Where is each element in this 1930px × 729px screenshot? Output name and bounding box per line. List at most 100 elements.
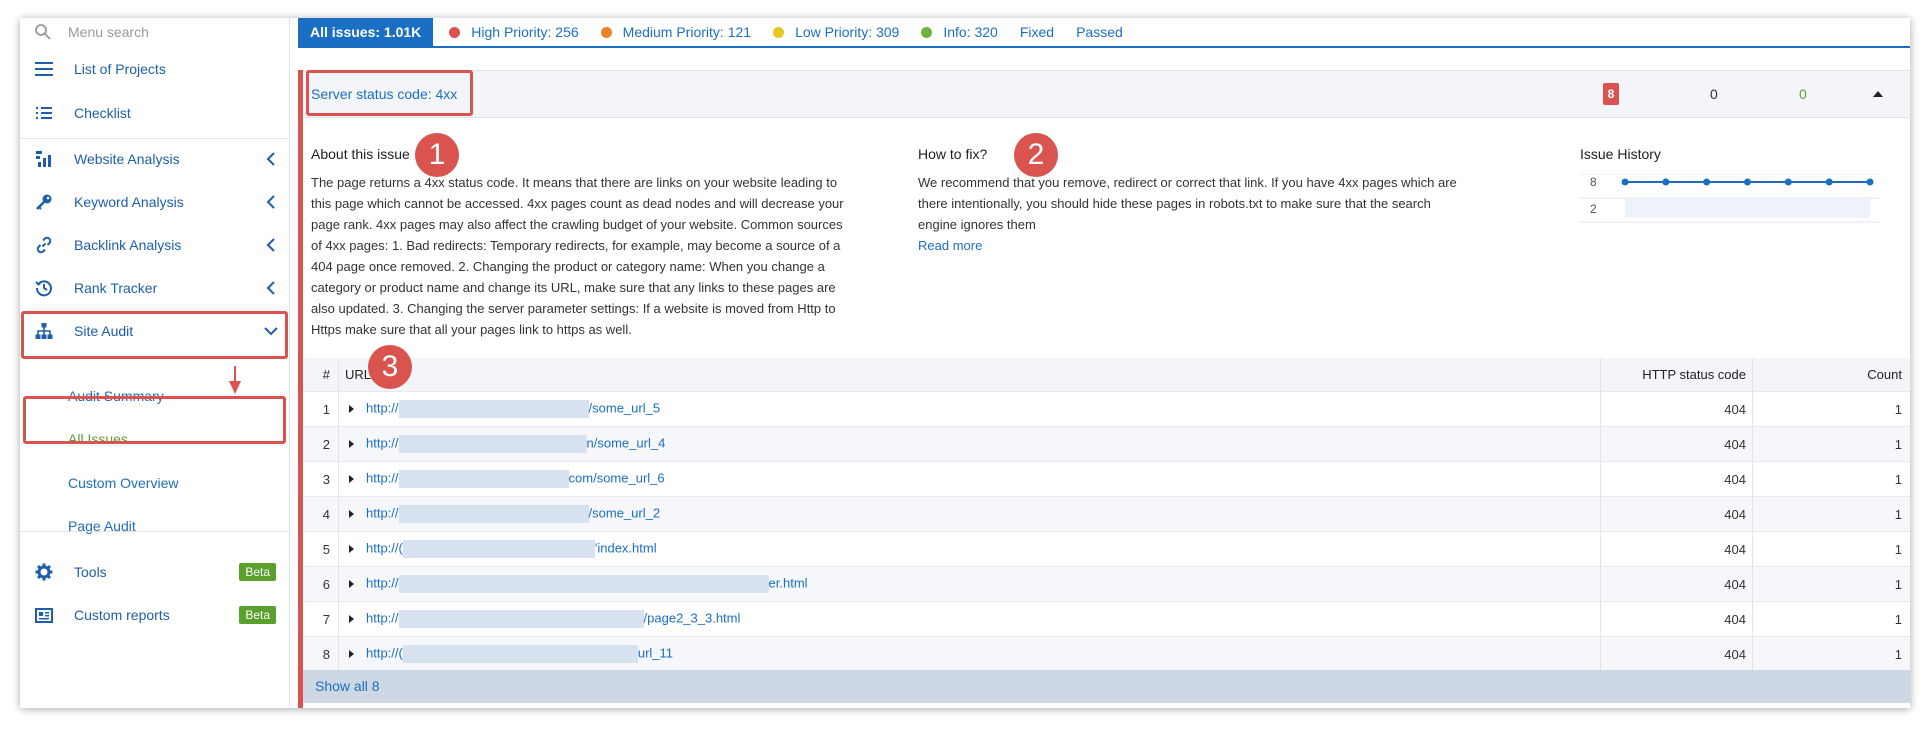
row-count: 1 — [1894, 436, 1902, 452]
sidebar-item-custom-reports[interactable]: Custom reports Beta — [20, 594, 290, 636]
tab-all-issues[interactable]: All issues: 1.01K — [298, 18, 434, 47]
row-url-cell: http://( 'index.html — [339, 532, 1601, 566]
history-point[interactable] — [1825, 178, 1833, 186]
sidebar-item-tools[interactable]: Tools Beta — [20, 551, 290, 593]
col-header-url[interactable]: URL — [339, 358, 1601, 391]
expand-row-icon[interactable] — [349, 405, 354, 413]
url-link[interactable]: http://( 'index.html — [366, 540, 657, 558]
table-row[interactable]: 5 http://('index.html 404 1 — [303, 532, 1910, 567]
sidebar-subitem-custom-overview[interactable]: Custom Overview — [68, 464, 178, 502]
url-prefix: http://( — [366, 540, 403, 556]
menu-search[interactable]: Menu search — [20, 18, 290, 46]
tab-fixed[interactable]: Fixed — [1020, 24, 1054, 40]
url-prefix: http:// — [366, 575, 399, 591]
beta-badge: Beta — [239, 606, 276, 624]
sidebar-item-checklist[interactable]: Checklist — [20, 92, 290, 134]
col-header-count[interactable]: Count — [1753, 358, 1910, 391]
redacted-url-segment — [398, 575, 769, 593]
history-point[interactable] — [1703, 178, 1711, 186]
analysis-icon — [33, 148, 55, 170]
read-more-link[interactable]: Read more — [918, 235, 1518, 256]
annotation-arrow-icon — [229, 366, 241, 394]
low-priority-dot-icon — [773, 26, 785, 38]
sidebar-subitem-page-audit[interactable]: Page Audit — [68, 507, 136, 545]
history-y-tick: 8 — [1590, 175, 1597, 189]
row-count: 1 — [1894, 401, 1902, 417]
beta-badge: Beta — [239, 563, 276, 581]
sidebar: Menu search List of Projects Checklist W… — [20, 18, 290, 708]
table-row[interactable]: 7 http:// /page2_3_3.html 404 1 — [303, 602, 1910, 637]
table-row[interactable]: 2 http:// n/some_url_4 404 1 — [303, 427, 1910, 462]
tab-passed[interactable]: Passed — [1076, 24, 1123, 40]
history-point[interactable] — [1621, 178, 1629, 186]
url-suffix: 'index.html — [594, 540, 657, 556]
history-y-tick: 2 — [1590, 202, 1597, 216]
chevron-left-icon — [266, 195, 275, 209]
row-number: 6 — [303, 567, 339, 601]
issue-urls-table: # URL HTTP status code Count 1 http:// /so… — [303, 358, 1910, 672]
row-count: 1 — [1894, 576, 1902, 592]
url-link[interactable]: http:// er.html — [366, 575, 808, 593]
sidebar-item-keyword-analysis[interactable]: Keyword Analysis — [20, 181, 290, 223]
expand-row-icon[interactable] — [349, 510, 354, 518]
sidebar-item-list-of-projects[interactable]: List of Projects — [20, 48, 290, 90]
row-number: 7 — [303, 602, 339, 636]
table-row[interactable]: 3 http:// com/some_url_6 404 1 — [303, 462, 1910, 497]
table-row[interactable]: 1 http:// /some_url_5 404 1 — [303, 392, 1910, 427]
url-link[interactable]: http:// /page2_3_3.html — [366, 610, 740, 628]
how-to-fix-title: How to fix? — [918, 146, 988, 162]
row-http-status: 404 — [1601, 637, 1753, 671]
about-line: The page returns a 4xx status code. It m… — [311, 175, 838, 190]
url-link[interactable]: http:// /some_url_5 — [366, 400, 660, 418]
tab-medium-priority[interactable]: Medium Priority: 121 — [600, 24, 751, 40]
expand-row-icon[interactable] — [349, 650, 354, 658]
url-link[interactable]: http://(url_11 — [366, 645, 673, 663]
table-row[interactable]: 6 http:// er.html 404 1 — [303, 567, 1910, 602]
collapse-caret-icon[interactable] — [1873, 91, 1883, 97]
show-all-link[interactable]: Show all 8 — [303, 670, 1910, 703]
row-number: 2 — [303, 427, 339, 461]
url-suffix: n/some_url_4 — [586, 435, 666, 451]
expand-row-icon[interactable] — [349, 615, 354, 623]
url-link[interactable]: http:// com/some_url_6 — [366, 470, 665, 488]
history-point[interactable] — [1866, 178, 1874, 186]
row-http-status: 404 — [1601, 392, 1753, 426]
about-issue-title: About this issue — [311, 146, 410, 162]
history-point[interactable] — [1744, 178, 1751, 186]
about-line: category or product name and change its … — [311, 280, 836, 295]
issue-history-chart: 8 2 — [1580, 174, 1880, 223]
subitem-label: Custom Overview — [68, 475, 179, 491]
about-line: 404 page once removed. 2. Changing the p… — [311, 259, 825, 274]
row-http-status: 404 — [1601, 532, 1753, 566]
row-http-status: 404 — [1601, 567, 1753, 601]
gear-icon — [33, 561, 55, 583]
expand-row-icon[interactable] — [349, 440, 354, 448]
col-header-http-status[interactable]: HTTP status code — [1601, 358, 1753, 391]
tab-label: High Priority: 256 — [471, 24, 579, 40]
sidebar-item-rank-tracker[interactable]: Rank Tracker — [20, 267, 290, 309]
sidebar-item-label: Custom reports — [74, 607, 170, 623]
tab-info[interactable]: Info: 320 — [921, 24, 998, 40]
history-point[interactable] — [1662, 178, 1670, 186]
issue-header[interactable]: Server status code: 4xx 8 0 0 — [303, 70, 1910, 118]
row-http-status: 404 — [1601, 602, 1753, 636]
table-row[interactable]: 4 http:// /some_url_2 404 1 — [303, 497, 1910, 532]
url-link[interactable]: http:// n/some_url_4 — [366, 435, 665, 453]
sidebar-item-backlink-analysis[interactable]: Backlink Analysis — [20, 224, 290, 266]
table-row[interactable]: 8 http://(url_11 404 1 — [303, 637, 1910, 672]
hamburger-icon — [33, 58, 55, 80]
row-count: 1 — [1894, 471, 1902, 487]
history-point[interactable] — [1784, 178, 1792, 186]
row-count: 1 — [1894, 646, 1902, 662]
expand-row-icon[interactable] — [349, 580, 354, 588]
expand-row-icon[interactable] — [349, 475, 354, 483]
tab-high-priority[interactable]: High Priority: 256 — [449, 24, 579, 40]
expand-row-icon[interactable] — [349, 545, 354, 553]
url-link[interactable]: http:// /some_url_2 — [366, 505, 660, 523]
url-suffix: er.html — [768, 575, 808, 591]
sidebar-item-website-analysis[interactable]: Website Analysis — [20, 138, 290, 180]
about-line: of 4xx pages: 1. Bad redirects: Temporar… — [311, 238, 841, 253]
about-line: page rank. 4xx pages may also affect the… — [311, 217, 843, 232]
history-icon — [33, 277, 55, 299]
tab-low-priority[interactable]: Low Priority: 309 — [773, 24, 899, 40]
